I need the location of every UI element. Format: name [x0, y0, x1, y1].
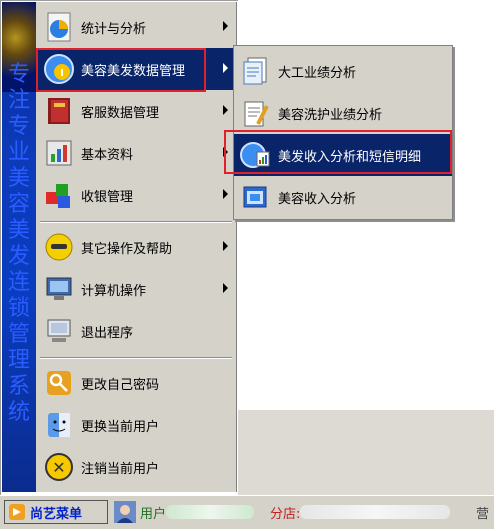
document-icon: [243, 57, 267, 85]
submenu-item-hair-income-sms-detail[interactable]: 美发收入分析和短信明细: [234, 134, 452, 176]
submenu-arrow-icon: [223, 21, 228, 31]
document-pencil-icon: [244, 101, 269, 127]
menu-item-label: 更换当前用户: [81, 419, 160, 435]
taskbar: 尚艺菜单 用户 分店: 营: [0, 495, 494, 529]
user-status: 用户: [114, 500, 255, 524]
menu-separator: [40, 357, 232, 359]
submenu-arrow-icon: [223, 189, 228, 199]
window-icon: [243, 186, 267, 208]
computer-icon: [46, 277, 72, 300]
start-button-label: 尚艺菜单: [30, 506, 83, 522]
svg-text:✕: ✕: [52, 458, 65, 477]
menu-item-label: 注销当前用户: [81, 461, 160, 477]
start-menu: 统计与分析 美容美发数据管理 客服数据管理 基本资料 收银管理 其它操作及帮助 …: [36, 2, 237, 492]
submenu-item-beauty-care-performance[interactable]: 美容洗护业绩分析: [234, 92, 452, 134]
book-icon: [48, 98, 70, 124]
submenu-item-label: 美容收入分析: [278, 191, 357, 207]
menu-item-label: 收银管理: [81, 189, 134, 205]
menu-item-beauty-data[interactable]: 美容美发数据管理: [36, 48, 236, 90]
gear-chart-icon: [46, 140, 72, 166]
user-name-redacted: [166, 505, 255, 519]
menu-item-logoff[interactable]: ✕ 注销当前用户: [36, 446, 236, 488]
menu-item-switch-user[interactable]: 更换当前用户: [36, 404, 236, 446]
side-banner: 专注专业美容美发连锁管理系统: [2, 2, 36, 492]
submenu-arrow-icon: [223, 283, 228, 293]
taskbar-right-status: 营: [476, 500, 489, 524]
user-avatar-icon: [114, 501, 136, 523]
finder-face-icon: [48, 413, 70, 437]
pie-chart-icon: [47, 12, 71, 42]
submenu-beauty-data: 大工业绩分析 美容洗护业绩分析 美发收入分析和短信明细 美容收入分析: [233, 45, 453, 220]
desktop-lower-area: [238, 410, 494, 495]
right-status-label: 营: [476, 506, 490, 522]
monitor-exit-icon: [47, 319, 71, 342]
menu-item-label: 计算机操作: [81, 283, 147, 299]
menu-item-label: 客服数据管理: [81, 105, 160, 121]
submenu-arrow-icon: [223, 105, 228, 115]
logoff-icon: ✕: [45, 453, 73, 481]
menu-item-label: 基本资料: [81, 147, 134, 163]
submenu-arrow-icon: [223, 63, 228, 73]
submenu-item-label: 美容洗护业绩分析: [278, 107, 383, 123]
globe-info-icon: [44, 54, 74, 84]
menu-item-cashier[interactable]: 收银管理: [36, 174, 236, 216]
start-button[interactable]: 尚艺菜单: [4, 500, 108, 524]
submenu-item-beauty-income[interactable]: 美容收入分析: [234, 176, 452, 218]
menu-item-label: 退出程序: [81, 325, 134, 341]
menu-item-statistics[interactable]: 统计与分析: [36, 6, 236, 48]
menu-item-other-help[interactable]: 其它操作及帮助: [36, 226, 236, 268]
menu-item-computer-ops[interactable]: 计算机操作: [36, 268, 236, 310]
start-menu-icon: [9, 504, 25, 520]
submenu-item-label: 大工业绩分析: [278, 65, 357, 81]
menu-item-basic-info[interactable]: 基本资料: [36, 132, 236, 174]
submenu-arrow-icon: [223, 147, 228, 157]
menu-item-change-password[interactable]: 更改自己密码: [36, 362, 236, 404]
store-label: 分店:: [270, 506, 301, 522]
menu-separator: [40, 221, 232, 223]
smiley-icon: [45, 233, 73, 261]
blocks-icon: [46, 184, 70, 208]
menu-item-label: 其它操作及帮助: [81, 241, 173, 257]
user-label: 用户: [140, 506, 167, 522]
submenu-item-senior-staff-performance[interactable]: 大工业绩分析: [234, 50, 452, 92]
globe-chart-icon: [240, 142, 270, 168]
submenu-arrow-icon: [223, 241, 228, 251]
menu-item-label: 美容美发数据管理: [81, 63, 186, 79]
menu-item-label: 统计与分析: [81, 21, 147, 37]
menu-item-exit[interactable]: 退出程序: [36, 310, 236, 352]
menu-item-customer-data[interactable]: 客服数据管理: [36, 90, 236, 132]
key-icon: [47, 371, 71, 395]
store-status: 分店:: [270, 500, 451, 524]
banner-text: 专注专业美容美发连锁管理系统: [7, 62, 30, 425]
store-name-redacted: [300, 505, 451, 519]
menu-item-label: 更改自己密码: [81, 377, 160, 393]
submenu-item-label: 美发收入分析和短信明细: [278, 149, 422, 165]
